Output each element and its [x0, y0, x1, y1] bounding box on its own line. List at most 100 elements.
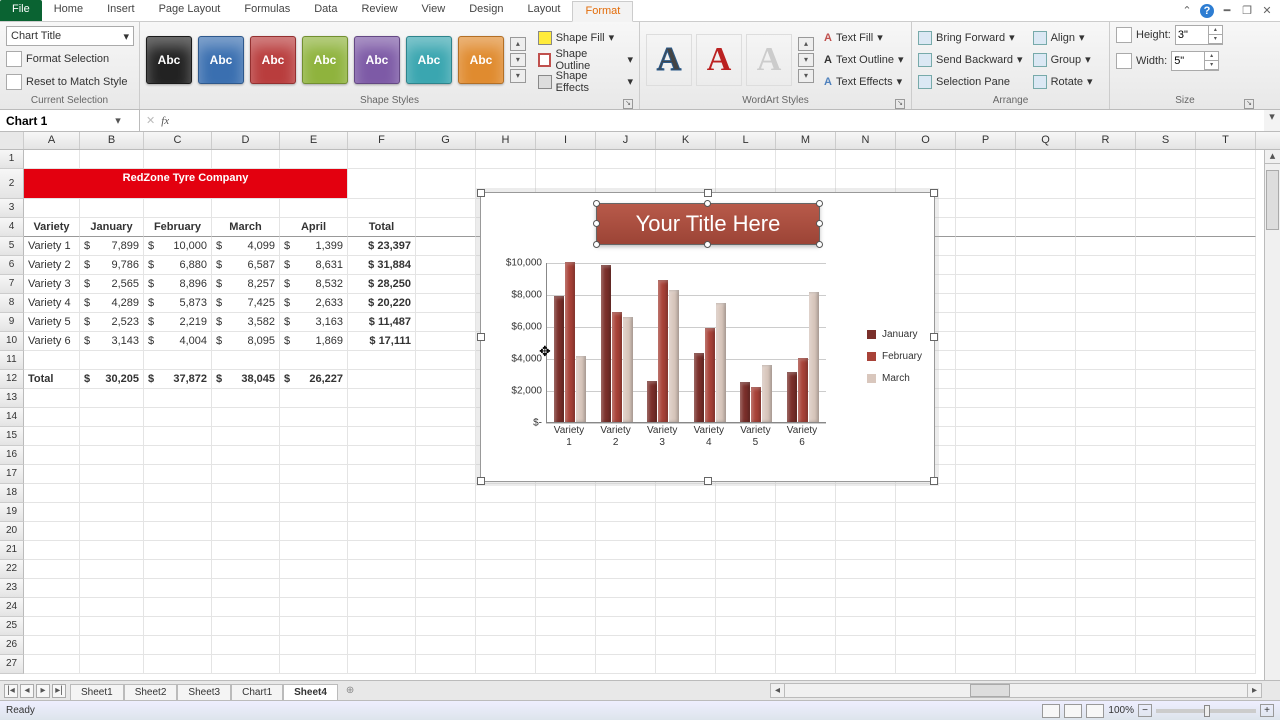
cell[interactable] [416, 655, 476, 674]
cell[interactable] [144, 503, 212, 522]
cell[interactable] [716, 617, 776, 636]
cell[interactable] [1016, 636, 1076, 655]
cell[interactable] [896, 579, 956, 598]
cell[interactable] [1076, 503, 1136, 522]
column-header[interactable]: K [656, 132, 716, 149]
fx-icon[interactable]: fx [161, 115, 169, 127]
cell[interactable] [1076, 218, 1136, 237]
cell[interactable] [1076, 332, 1136, 351]
cell[interactable] [596, 522, 656, 541]
cell[interactable] [1016, 294, 1076, 313]
cell[interactable] [24, 408, 80, 427]
cell[interactable] [956, 598, 1016, 617]
cell[interactable] [1076, 541, 1136, 560]
cell[interactable]: $38,045 [212, 370, 280, 389]
cell[interactable] [1196, 313, 1256, 332]
cell[interactable] [212, 351, 280, 370]
cell[interactable] [1016, 560, 1076, 579]
cell[interactable] [80, 351, 144, 370]
cell[interactable] [956, 169, 1016, 199]
column-header[interactable]: P [956, 132, 1016, 149]
cell[interactable] [348, 150, 416, 169]
chart-plot-area[interactable]: $10,000$8,000$6,000$4,000$2,000$-Variety… [546, 263, 826, 423]
cell[interactable]: $8,257 [212, 275, 280, 294]
cell[interactable]: $4,004 [144, 332, 212, 351]
cell[interactable] [1136, 256, 1196, 275]
cell[interactable] [24, 446, 80, 465]
cell[interactable]: Variety 4 [24, 294, 80, 313]
cell[interactable] [144, 465, 212, 484]
cell[interactable] [476, 560, 536, 579]
legend-item[interactable]: February [867, 345, 922, 367]
row-header[interactable]: 19 [0, 503, 24, 522]
cell[interactable] [776, 636, 836, 655]
column-header[interactable]: B [80, 132, 144, 149]
sheet-tab-sheet1[interactable]: Sheet1 [70, 684, 124, 700]
cell[interactable] [956, 408, 1016, 427]
cell[interactable] [596, 150, 656, 169]
cell[interactable] [1196, 332, 1256, 351]
column-header[interactable]: A [24, 132, 80, 149]
sheet-nav-prev[interactable]: ◂ [20, 684, 34, 698]
cell[interactable] [80, 560, 144, 579]
row-header[interactable]: 1 [0, 150, 24, 169]
cell[interactable] [776, 598, 836, 617]
cell[interactable] [776, 617, 836, 636]
cell[interactable] [596, 484, 656, 503]
cell[interactable]: $ 28,250 [348, 275, 416, 294]
cell[interactable] [212, 522, 280, 541]
cell[interactable] [536, 655, 596, 674]
cell[interactable] [1136, 169, 1196, 199]
cell[interactable] [348, 408, 416, 427]
cell[interactable] [212, 541, 280, 560]
cell[interactable] [24, 541, 80, 560]
cell[interactable] [1076, 199, 1136, 218]
cell[interactable] [1076, 370, 1136, 389]
cell[interactable] [80, 522, 144, 541]
help-icon[interactable]: ? [1200, 4, 1214, 18]
page-layout-view-button[interactable] [1064, 704, 1082, 718]
cell[interactable] [536, 636, 596, 655]
cell[interactable] [1016, 598, 1076, 617]
cell[interactable] [416, 332, 476, 351]
cell[interactable] [24, 351, 80, 370]
cell[interactable] [24, 617, 80, 636]
row-header[interactable]: 8 [0, 294, 24, 313]
cell[interactable] [956, 617, 1016, 636]
shape-style-5[interactable]: Abc [354, 36, 400, 84]
cell[interactable] [956, 636, 1016, 655]
cell[interactable] [776, 484, 836, 503]
bar[interactable] [740, 382, 750, 422]
row-header[interactable]: 3 [0, 199, 24, 218]
cell[interactable] [836, 522, 896, 541]
row-header[interactable]: 18 [0, 484, 24, 503]
cell[interactable] [1016, 237, 1076, 256]
cell[interactable] [416, 465, 476, 484]
normal-view-button[interactable] [1042, 704, 1060, 718]
row-header[interactable]: 25 [0, 617, 24, 636]
name-box[interactable]: ▾ [0, 110, 140, 131]
cell[interactable] [836, 541, 896, 560]
cell[interactable] [212, 484, 280, 503]
cell[interactable] [1076, 655, 1136, 674]
cell[interactable] [1196, 636, 1256, 655]
cell[interactable]: $1,399 [280, 237, 348, 256]
column-header[interactable]: Q [1016, 132, 1076, 149]
cell[interactable] [24, 636, 80, 655]
window-minimize-icon[interactable]: ━ [1220, 4, 1234, 18]
cell[interactable]: $6,587 [212, 256, 280, 275]
cell[interactable] [836, 579, 896, 598]
cell[interactable] [144, 541, 212, 560]
cell[interactable] [836, 617, 896, 636]
cell[interactable] [144, 655, 212, 674]
cell[interactable] [476, 598, 536, 617]
cell[interactable]: $30,205 [80, 370, 144, 389]
cell[interactable] [1136, 275, 1196, 294]
cell[interactable] [348, 579, 416, 598]
cell[interactable] [416, 199, 476, 218]
cell[interactable] [1196, 408, 1256, 427]
cell[interactable] [348, 541, 416, 560]
cell[interactable]: $7,899 [80, 237, 144, 256]
cell[interactable]: $8,896 [144, 275, 212, 294]
cell[interactable] [1136, 636, 1196, 655]
